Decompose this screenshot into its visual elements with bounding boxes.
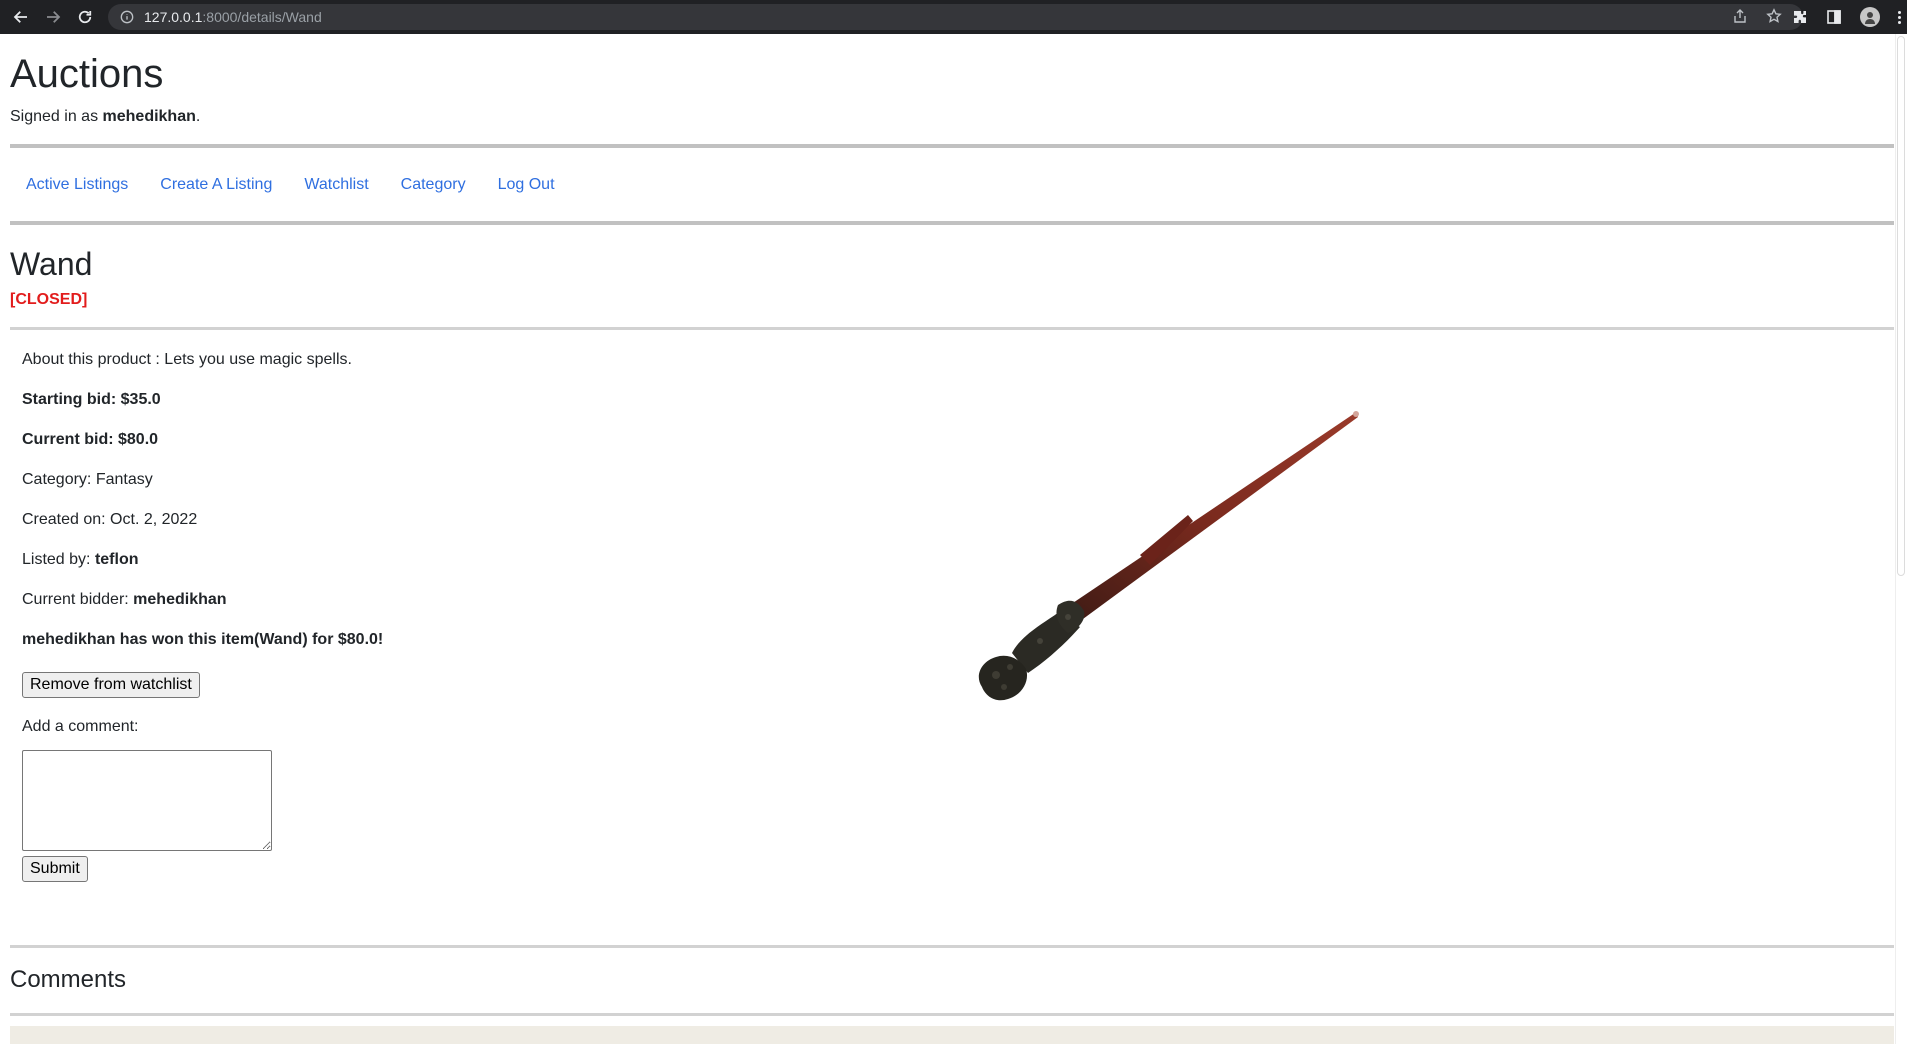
listing-starting-bid: Starting bid: $35.0 bbox=[22, 391, 161, 409]
listed-by-user: teflon bbox=[94, 551, 139, 569]
current-bidder-user: mehedikhan bbox=[133, 591, 227, 609]
listing-details-section: About this product : Lets you use magic … bbox=[10, 330, 1894, 945]
comments-list-panel bbox=[10, 1026, 1894, 1044]
listed-by-label: Listed by: bbox=[22, 551, 95, 569]
back-arrow-icon[interactable] bbox=[10, 6, 32, 28]
url-path: :8000/details/Wand bbox=[202, 9, 322, 25]
nav-bottom-divider bbox=[10, 221, 1894, 225]
page-content: Auctions Signed in as mehedikhan. Active… bbox=[10, 34, 1894, 1017]
nav-create-listing[interactable]: Create A Listing bbox=[144, 176, 288, 194]
bookmark-star-icon[interactable] bbox=[1766, 8, 1782, 24]
nav-active-listings[interactable]: Active Listings bbox=[10, 176, 144, 194]
address-bar-actions bbox=[1732, 8, 1782, 24]
url-host: 127.0.0.1 bbox=[144, 9, 203, 25]
listing-current-bidder: Current bidder: mehedikhan bbox=[22, 590, 622, 610]
wand-image bbox=[978, 411, 1359, 701]
comment-textarea[interactable] bbox=[22, 750, 272, 852]
browser-menu-icon[interactable] bbox=[1898, 10, 1901, 24]
extensions-puzzle-icon[interactable] bbox=[1792, 9, 1808, 25]
browser-toolbar: 127.0.0.1:8000/details/Wand bbox=[0, 0, 1907, 34]
signed-in-status: Signed in as mehedikhan. bbox=[10, 108, 1894, 126]
listing-about: About this product : Lets you use magic … bbox=[22, 351, 352, 369]
info-icon[interactable] bbox=[120, 10, 134, 24]
listing-status-badge: [CLOSED] bbox=[10, 291, 88, 309]
profile-avatar[interactable] bbox=[1860, 7, 1880, 27]
listing-title: Wand bbox=[10, 246, 93, 282]
listing-current-bid: Current bid: $80.0 bbox=[22, 431, 159, 449]
share-icon[interactable] bbox=[1732, 8, 1748, 24]
submit-comment-button[interactable]: Submit bbox=[22, 856, 88, 883]
site-title: Auctions bbox=[10, 52, 164, 96]
reload-icon[interactable] bbox=[74, 6, 96, 28]
add-comment-label: Add a comment: bbox=[22, 718, 139, 736]
nav-log-out[interactable]: Log Out bbox=[482, 176, 571, 194]
nav-category[interactable]: Category bbox=[385, 176, 482, 194]
signed-in-prefix: Signed in as bbox=[10, 108, 103, 125]
browser-actions bbox=[1792, 4, 1907, 30]
address-bar[interactable]: 127.0.0.1:8000/details/Wand bbox=[108, 4, 1803, 30]
comments-bottom-divider bbox=[10, 1013, 1894, 1017]
winner-message: mehedikhan has won this item(Wand) for $… bbox=[22, 631, 384, 649]
signed-in-suffix: . bbox=[195, 108, 201, 125]
listing-category: Category: Fantasy bbox=[22, 471, 153, 489]
comments-top-divider bbox=[10, 945, 1894, 949]
listing-details: About this product : Lets you use magic … bbox=[22, 330, 622, 883]
current-bidder-label: Current bidder: bbox=[22, 591, 134, 609]
forward-arrow-icon[interactable] bbox=[42, 6, 64, 28]
signed-in-username: mehedikhan bbox=[102, 108, 196, 125]
nav-watchlist[interactable]: Watchlist bbox=[288, 176, 384, 194]
page-scrollbar-thumb[interactable] bbox=[1897, 36, 1905, 576]
listing-created-on: Created on: Oct. 2, 2022 bbox=[22, 511, 198, 529]
listing-listed-by: Listed by: teflon bbox=[22, 550, 622, 570]
remove-from-watchlist-button[interactable]: Remove from watchlist bbox=[22, 672, 200, 699]
side-panel-icon[interactable] bbox=[1826, 9, 1842, 25]
main-nav: Active Listings Create A Listing Watchli… bbox=[10, 148, 1894, 221]
comments-heading: Comments bbox=[10, 966, 127, 994]
